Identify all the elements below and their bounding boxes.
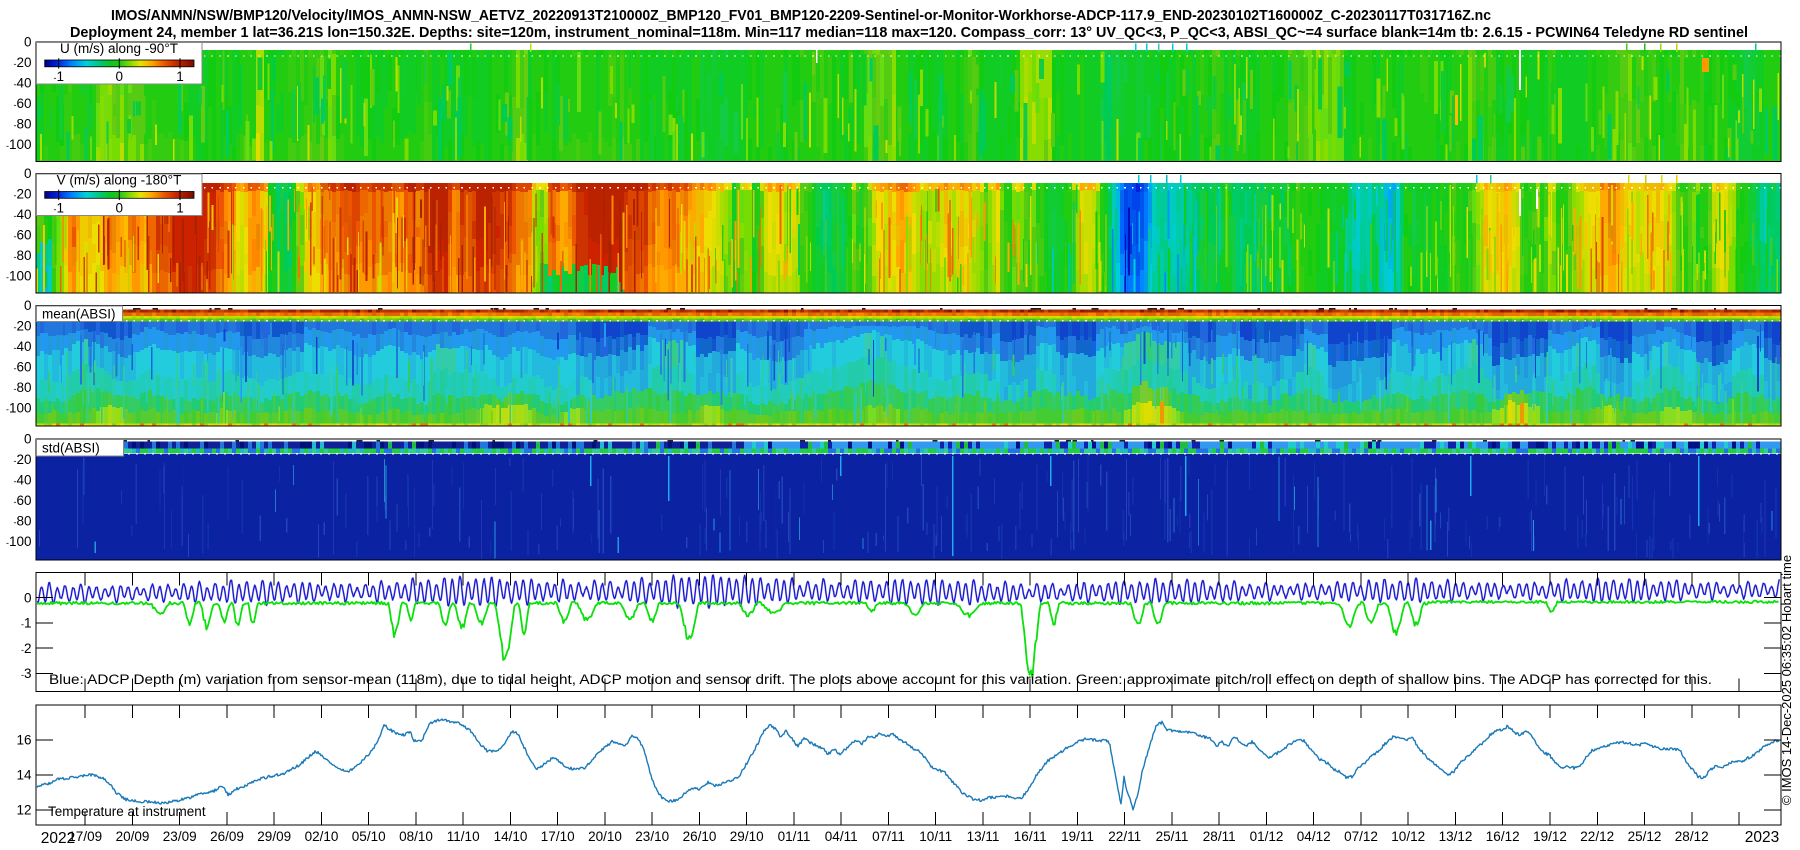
svg-text:2022: 2022: [41, 830, 75, 847]
svg-text:19/11: 19/11: [1061, 829, 1094, 844]
svg-text:-40: -40: [13, 473, 31, 488]
svg-text:26/10: 26/10: [683, 829, 717, 844]
svg-text:10/11: 10/11: [919, 829, 952, 844]
svg-text:-40: -40: [13, 207, 31, 222]
svg-text:-60: -60: [13, 96, 31, 111]
svg-text:28/12: 28/12: [1675, 829, 1709, 844]
svg-text:-100: -100: [6, 534, 32, 549]
svg-text:02/10: 02/10: [305, 829, 339, 844]
svg-text:Temperature at instrument: Temperature at instrument: [48, 804, 206, 819]
svg-text:0: 0: [24, 298, 32, 313]
svg-text:std(ABSI): std(ABSI): [42, 441, 100, 456]
svg-text:-80: -80: [13, 248, 31, 263]
svg-text:-20: -20: [13, 319, 31, 334]
svg-text:0: 0: [116, 69, 124, 84]
svg-text:23/09: 23/09: [163, 829, 197, 844]
svg-text:14: 14: [16, 768, 32, 783]
svg-text:Blue: ADCP Depth (m) variation: Blue: ADCP Depth (m) variation from sens…: [49, 672, 1712, 687]
svg-text:08/10: 08/10: [399, 829, 433, 844]
svg-text:05/10: 05/10: [352, 829, 386, 844]
svg-text:01/11: 01/11: [778, 829, 811, 844]
svg-text:16/12: 16/12: [1486, 829, 1520, 844]
svg-text:12: 12: [16, 803, 31, 818]
svg-text:Deployment 24, member 1 lat=36: Deployment 24, member 1 lat=36.21S lon=1…: [70, 24, 1748, 41]
svg-text:0: 0: [24, 35, 32, 50]
svg-text:1: 1: [176, 69, 184, 84]
svg-text:2023: 2023: [1745, 829, 1779, 846]
svg-text:-60: -60: [13, 493, 31, 508]
svg-text:-80: -80: [13, 514, 31, 529]
svg-text:04/11: 04/11: [825, 829, 858, 844]
svg-text:IMOS/ANMN/NSW/BMP120/Velocity/: IMOS/ANMN/NSW/BMP120/Velocity/IMOS_ANMN-…: [111, 7, 1491, 24]
svg-text:13/12: 13/12: [1439, 829, 1473, 844]
svg-text:25/12: 25/12: [1628, 829, 1662, 844]
svg-text:-40: -40: [13, 76, 31, 91]
svg-text:-80: -80: [13, 117, 31, 132]
svg-text:13/11: 13/11: [967, 829, 1000, 844]
svg-text:0: 0: [24, 432, 32, 447]
svg-text:22/12: 22/12: [1580, 829, 1614, 844]
svg-text:07/11: 07/11: [872, 829, 905, 844]
svg-text:mean(ABSI): mean(ABSI): [42, 306, 116, 321]
svg-text:-20: -20: [13, 55, 31, 70]
svg-text:19/12: 19/12: [1533, 829, 1567, 844]
svg-text:-60: -60: [13, 228, 31, 243]
svg-text:© IMOS 14-Dec-2025 06:35:02 Ho: © IMOS 14-Dec-2025 06:35:02 Hobart time: [1779, 555, 1794, 805]
svg-text:04/12: 04/12: [1297, 829, 1331, 844]
svg-text:29/09: 29/09: [257, 829, 291, 844]
svg-text:26/09: 26/09: [210, 829, 244, 844]
svg-text:-100: -100: [6, 400, 32, 415]
svg-text:01/12: 01/12: [1250, 829, 1284, 844]
svg-text:-60: -60: [13, 360, 31, 375]
svg-text:11/10: 11/10: [447, 829, 480, 844]
svg-text:U (m/s) along -90°T: U (m/s) along -90°T: [60, 41, 178, 56]
svg-text:0: 0: [24, 166, 32, 181]
svg-text:23/10: 23/10: [635, 829, 669, 844]
svg-text:22/11: 22/11: [1108, 829, 1141, 844]
svg-text:20/09: 20/09: [116, 829, 150, 844]
svg-text:V (m/s) along -180°T: V (m/s) along -180°T: [57, 173, 182, 188]
svg-text:0: 0: [24, 590, 32, 605]
svg-text:-80: -80: [13, 380, 31, 395]
svg-text:-40: -40: [13, 339, 31, 354]
svg-text:-20: -20: [13, 452, 31, 467]
svg-text:-20: -20: [13, 187, 31, 202]
svg-text:07/12: 07/12: [1344, 829, 1378, 844]
svg-text:14/10: 14/10: [494, 829, 528, 844]
svg-text:28/11: 28/11: [1203, 829, 1236, 844]
svg-text:29/10: 29/10: [730, 829, 764, 844]
svg-text:25/11: 25/11: [1156, 829, 1189, 844]
svg-text:17/10: 17/10: [541, 829, 575, 844]
svg-text:-100: -100: [6, 137, 32, 152]
svg-text:-100: -100: [6, 268, 32, 283]
svg-text:20/10: 20/10: [588, 829, 622, 844]
svg-text:10/12: 10/12: [1391, 829, 1425, 844]
svg-text:0: 0: [116, 201, 124, 216]
svg-text:16: 16: [16, 733, 31, 748]
svg-text:1: 1: [176, 201, 184, 216]
svg-text:16/11: 16/11: [1014, 829, 1047, 844]
